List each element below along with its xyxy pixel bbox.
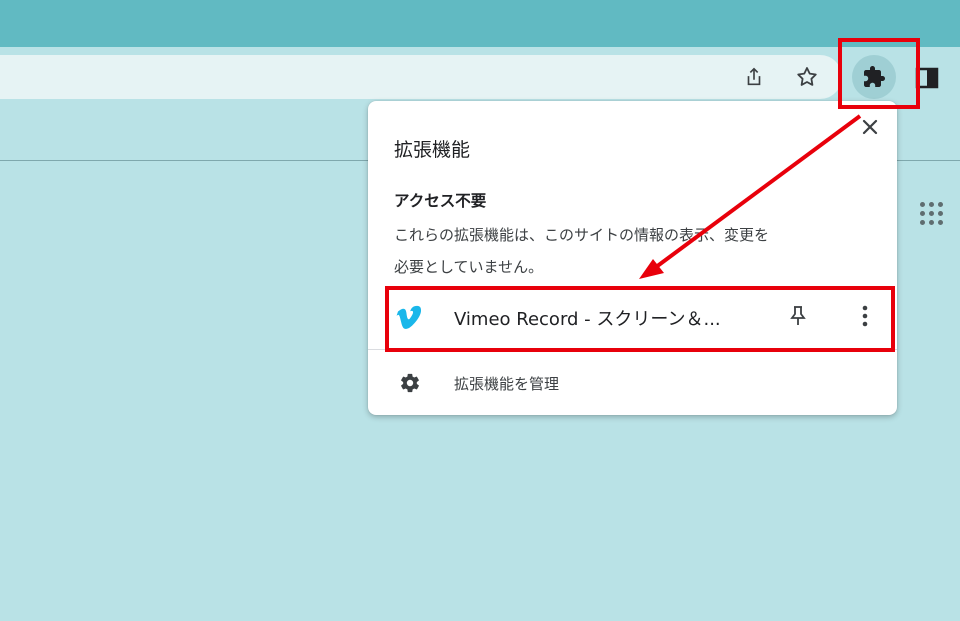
close-icon (861, 118, 879, 136)
section-description-line: 必要としていません。 (394, 258, 544, 276)
tab-strip (0, 0, 960, 47)
manage-extensions-label: 拡張機能を管理 (454, 375, 560, 393)
section-description: これらの拡張機能は、このサイトの情報の表示、変更を 必要としていません。 (394, 219, 874, 283)
popup-title: 拡張機能 (394, 139, 471, 161)
page-divider (0, 160, 368, 161)
apps-grid-icon[interactable] (918, 200, 948, 230)
highlight-extensions-button (838, 38, 920, 109)
bookmark-star-icon[interactable] (793, 63, 821, 91)
close-button[interactable] (856, 113, 884, 141)
section-description-line: これらの拡張機能は、このサイトの情報の表示、変更を (394, 226, 770, 244)
extensions-popup: 拡張機能 アクセス不要 これらの拡張機能は、このサイトの情報の表示、変更を 必要… (368, 101, 897, 415)
section-heading: アクセス不要 (394, 192, 487, 210)
gear-icon (398, 371, 422, 395)
manage-extensions-item[interactable]: 拡張機能を管理 (368, 359, 897, 407)
highlight-extension-row (385, 286, 895, 352)
address-bar[interactable] (0, 55, 842, 99)
browser-toolbar (0, 47, 960, 105)
page-divider-right (897, 160, 960, 161)
share-icon[interactable] (740, 63, 768, 91)
